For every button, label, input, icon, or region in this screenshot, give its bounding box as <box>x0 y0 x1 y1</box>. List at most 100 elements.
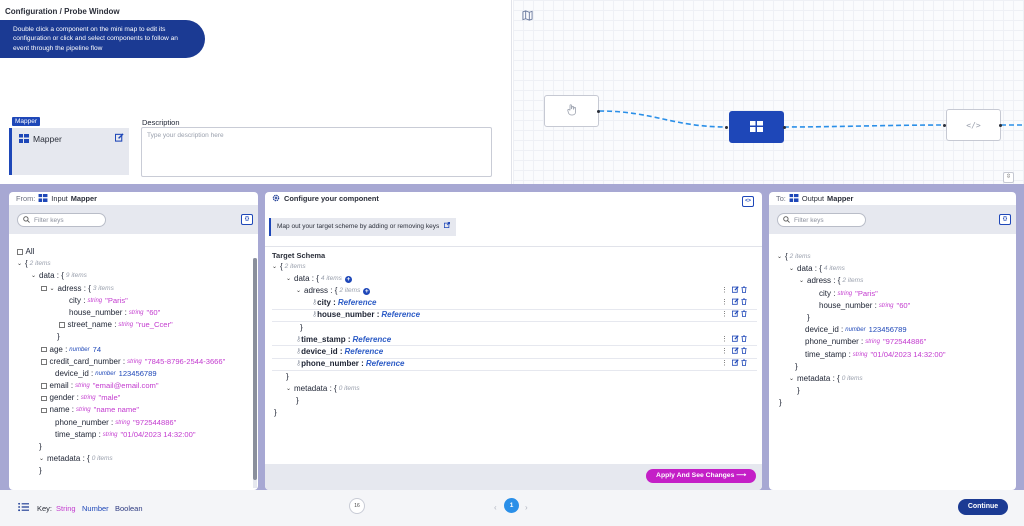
tree-age[interactable]: age : number 74 <box>17 344 258 356</box>
checkbox[interactable] <box>41 383 47 389</box>
checkbox[interactable] <box>41 346 47 353</box>
tree-time-stamp[interactable]: time_stamp : string "01/04/2023 14:32:00" <box>17 429 258 441</box>
edit-icon[interactable] <box>114 133 124 144</box>
divider <box>265 246 762 247</box>
page-prev-icon[interactable]: ‹ <box>494 503 497 512</box>
scrollbar[interactable] <box>253 258 257 488</box>
filter-keys-input[interactable] <box>34 216 104 224</box>
more-icon[interactable]: ⋮ <box>721 358 728 370</box>
trash-icon[interactable] <box>741 358 747 370</box>
tree-city[interactable]: city : string "Paris" <box>17 295 258 307</box>
edit-icon[interactable] <box>731 297 739 309</box>
output-metadata[interactable]: ⌄ metadata : {0 items <box>777 373 1016 385</box>
code-view-button[interactable]: <> <box>742 196 754 207</box>
current-page[interactable]: 1 <box>504 498 519 513</box>
target-city[interactable]: ⚷ city : Reference ⋮ <box>272 298 757 310</box>
chevron-up-down-icon[interactable]: ⇳ <box>1003 172 1014 183</box>
checkbox[interactable] <box>59 322 65 328</box>
tree-all[interactable]: All <box>17 246 258 258</box>
key-boolean: Boolean <box>115 504 143 513</box>
plus-icon[interactable]: + <box>344 275 352 283</box>
top-region: Configuration / Probe Window Double clic… <box>0 0 1024 186</box>
tree-credit-card[interactable]: credit_card_number : string "7845-8796-254… <box>17 356 258 368</box>
trash-icon[interactable] <box>741 309 747 321</box>
tree-device-id[interactable]: device_id : number 123456789 <box>17 368 258 380</box>
input-source-name: Mapper <box>70 194 98 203</box>
tree-metadata[interactable]: ⌄ metadata : {0 items <box>17 453 258 465</box>
hand-icon <box>566 104 577 118</box>
tree-street-name[interactable]: street_name : string "rue_Ccer" <box>17 319 258 331</box>
trash-icon[interactable] <box>741 297 747 309</box>
output-adress[interactable]: ⌄ adress : {2 items <box>777 275 1016 287</box>
list-icon[interactable] <box>18 502 29 514</box>
output-phone-number[interactable]: phone_number : string "972544886" <box>777 336 1016 348</box>
more-icon[interactable]: ⋮ <box>721 346 728 358</box>
mini-map[interactable]: </> ⇳ <box>513 0 1024 186</box>
trash-icon[interactable] <box>741 346 747 358</box>
output-root[interactable]: ⌄{2 items <box>777 251 1016 263</box>
target-time-stamp[interactable]: ⚷ time_stamp : Reference ⋮ <box>272 334 757 347</box>
tree-email[interactable]: email : string "email@email.com" <box>17 380 258 392</box>
target-house-number[interactable]: ⚷ house_number : Reference ⋮ <box>272 310 757 322</box>
tree-data[interactable]: ⌄ data : {9 items <box>17 270 258 282</box>
zoom-settings-icon[interactable]: 16 <box>349 498 365 514</box>
edit-icon[interactable] <box>731 309 739 321</box>
filter-keys-input-wrap[interactable] <box>17 213 106 227</box>
json-view-button[interactable]: {} <box>999 214 1011 225</box>
row-actions: ⋮ <box>721 334 747 346</box>
page-next-icon[interactable]: › <box>525 503 528 512</box>
target-metadata[interactable]: ⌄ metadata : {0 items <box>272 383 757 395</box>
tree-close-brace: } <box>296 396 299 406</box>
grid-icon <box>750 120 763 134</box>
target-phone-number[interactable]: ⚷ phone_number : Reference ⋮ <box>272 359 757 371</box>
edit-icon[interactable] <box>731 334 739 346</box>
more-icon[interactable]: ⋮ <box>721 334 728 346</box>
tree-adress[interactable]: ⌄ adress : {3 items <box>17 283 258 295</box>
output-label: Output <box>801 194 825 203</box>
more-icon[interactable]: ⋮ <box>721 309 728 321</box>
target-device-id[interactable]: ⚷ device_id : Reference ⋮ <box>272 346 757 359</box>
tree-gender[interactable]: gender : string "male" <box>17 392 258 404</box>
apply-changes-button[interactable]: Apply And See Changes ⟶ <box>646 469 756 483</box>
tree-root[interactable]: ⌄{2 items <box>17 258 258 270</box>
trash-icon[interactable] <box>741 285 747 297</box>
output-city[interactable]: city : string "Paris" <box>777 288 1016 300</box>
edit-icon[interactable] <box>731 358 739 370</box>
row-actions: ⋮ <box>721 285 747 297</box>
checkbox[interactable] <box>41 407 47 414</box>
checkbox[interactable] <box>17 249 23 255</box>
target-node[interactable]: </> <box>946 109 1001 141</box>
target-data[interactable]: ⌄ data : {4 items + <box>272 273 757 285</box>
tree-phone-number[interactable]: phone_number : string "972544886" <box>17 417 258 429</box>
trash-icon[interactable] <box>741 334 747 346</box>
row-actions: ⋮ <box>721 297 747 309</box>
scrollbar-thumb[interactable] <box>253 258 257 480</box>
checkbox[interactable] <box>41 395 47 402</box>
input-toolbar: {} <box>9 205 258 234</box>
mapper-card[interactable]: Mapper <box>9 128 129 175</box>
more-icon[interactable]: ⋮ <box>721 297 728 309</box>
output-device-id[interactable]: device_id : number 123456789 <box>777 324 1016 336</box>
mapper-node[interactable] <box>729 111 784 143</box>
json-view-button[interactable]: {} <box>241 214 253 225</box>
plus-icon[interactable]: + <box>363 287 371 295</box>
edit-icon[interactable] <box>731 285 739 297</box>
filter-keys-input-wrap[interactable] <box>777 213 866 227</box>
edit-icon[interactable] <box>731 346 739 358</box>
output-data[interactable]: ⌄ data : {4 items <box>777 263 1016 275</box>
continue-button[interactable]: Continue <box>958 499 1008 515</box>
target-root[interactable]: ⌄{2 items <box>272 261 757 273</box>
tree-name[interactable]: name : string "name name" <box>17 404 258 416</box>
output-house-number[interactable]: house_number : string "60" <box>777 300 1016 312</box>
source-node[interactable] <box>544 95 599 127</box>
checkbox[interactable] <box>41 359 47 365</box>
more-icon[interactable]: ⋮ <box>721 285 728 297</box>
description-input[interactable] <box>141 127 492 177</box>
output-time-stamp[interactable]: time_stamp : string "01/04/2023 14:32:00" <box>777 349 1016 361</box>
link-icon <box>444 222 451 230</box>
target-adress[interactable]: ⌄ adress : {2 items + ⋮ <box>272 285 757 297</box>
mapper-port-out <box>783 126 786 129</box>
checkbox[interactable] <box>41 285 47 292</box>
filter-keys-input[interactable] <box>794 216 864 224</box>
tree-house-number[interactable]: house_number : string "60" <box>17 307 258 319</box>
